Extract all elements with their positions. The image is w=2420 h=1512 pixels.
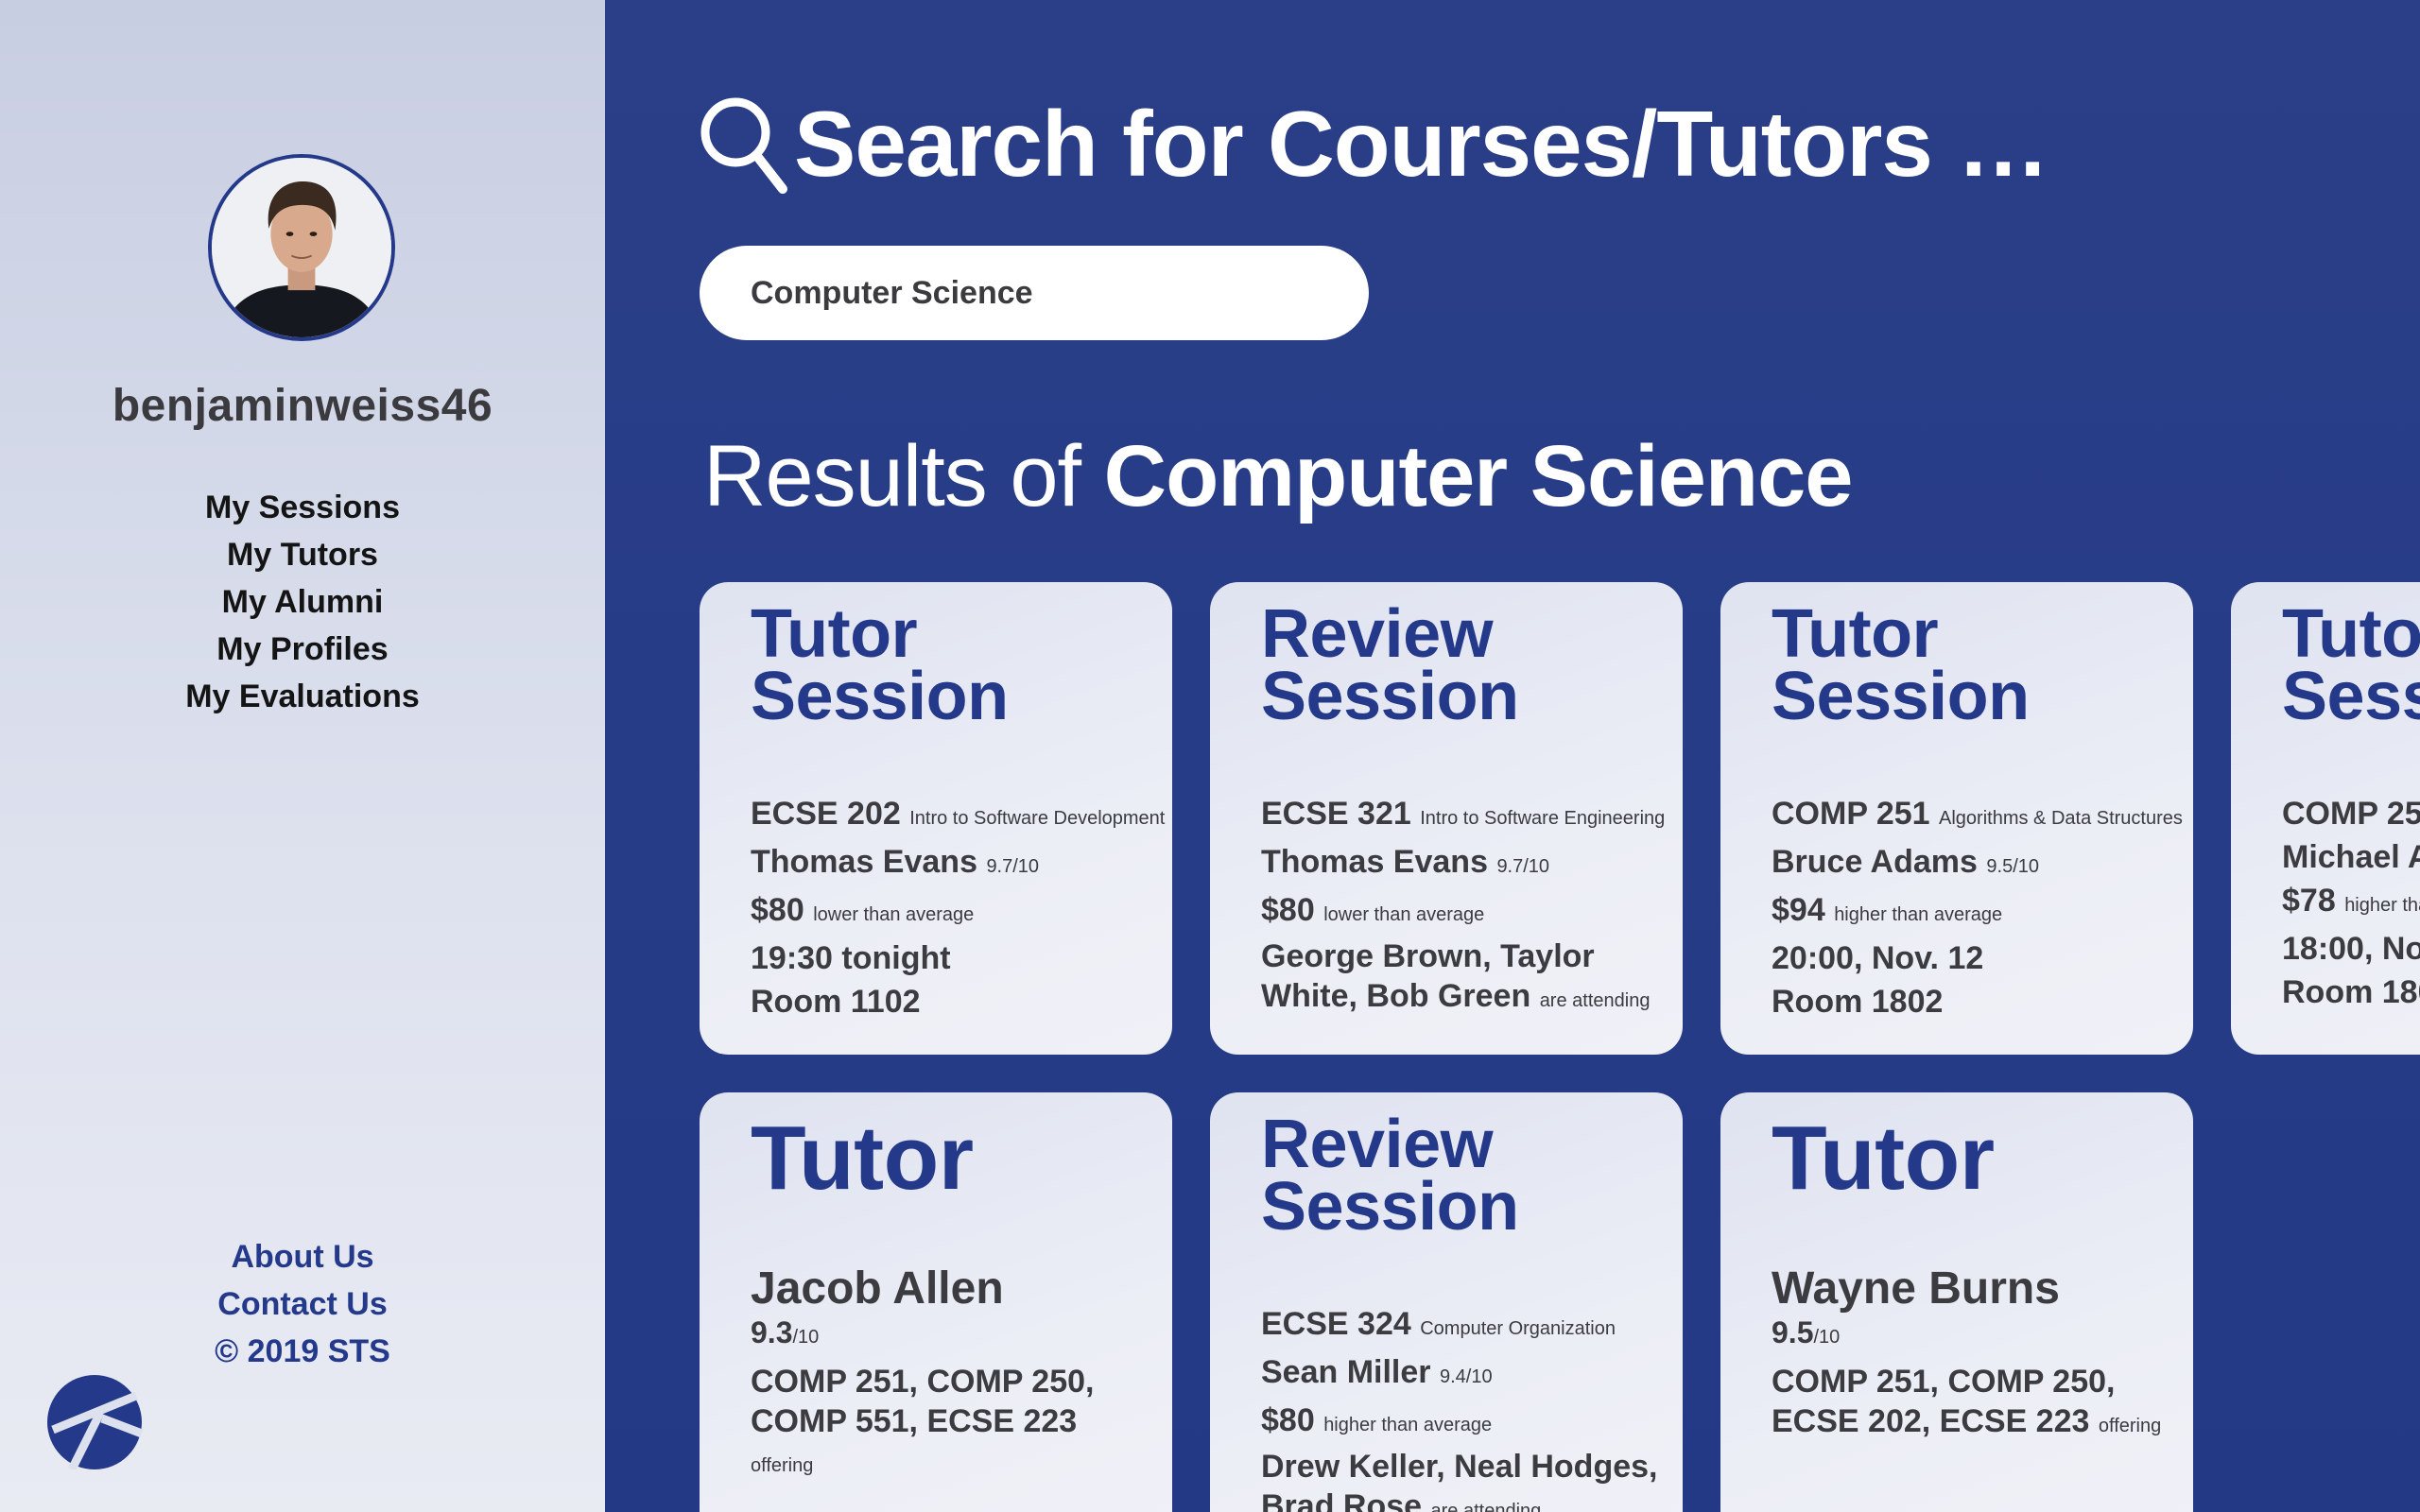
result-card[interactable]: Tutor Session COMP 250 Michael A $78 hig… xyxy=(2231,582,2420,1055)
tutor-name[interactable]: Thomas Evans xyxy=(1261,844,1488,880)
avatar-photo xyxy=(212,158,391,337)
course-code: ECSE 321 xyxy=(1261,796,1411,832)
price-note: lower than average xyxy=(813,904,975,925)
card-body: Wayne Burns 9.5/10 COMP 251, COMP 250, E… xyxy=(1772,1264,2169,1446)
rating-scale: /10 xyxy=(1813,1327,1841,1348)
result-card[interactable]: Tutor Session ECSE 202 Intro to Software… xyxy=(700,582,1172,1055)
about-us-link[interactable]: About Us xyxy=(0,1233,605,1280)
card-body: Jacob Allen 9.3/10 COMP 251, COMP 250, C… xyxy=(751,1264,1148,1486)
tutor-name[interactable]: Michael A xyxy=(2282,839,2420,875)
session-room: Room 1102 xyxy=(751,984,921,1020)
copyright-text: © 2019 STS xyxy=(215,1333,390,1369)
attendees-note: are attending xyxy=(1539,990,1651,1011)
footer-links: About Us Contact Us © 2019 STS xyxy=(0,1233,605,1375)
card-title: Review Session xyxy=(1261,596,1519,734)
card-title: Tutor Session xyxy=(2282,596,2420,734)
tutor-rating: 9.4/10 xyxy=(1439,1366,1493,1387)
search-title: Search for Courses/Tutors … xyxy=(794,91,2049,196)
price: $78 xyxy=(2282,883,2336,919)
price-note: lower than average xyxy=(1323,904,1485,925)
card-title: Tutor Session xyxy=(751,596,1009,734)
nav-my-alumni[interactable]: My Alumni xyxy=(0,578,605,626)
rating-value: 9.3 xyxy=(751,1315,793,1349)
main-content: Search for Courses/Tutors … Results of C… xyxy=(605,0,2420,1512)
result-card[interactable]: Review Session ECSE 324 Computer Organiz… xyxy=(1210,1092,1683,1512)
card-body: ECSE 202 Intro to Software Development T… xyxy=(751,792,1165,1023)
avatar[interactable] xyxy=(208,154,395,341)
offered-courses: COMP 251, COMP 250, COMP 551, ECSE 223 xyxy=(751,1364,1095,1439)
session-time: 19:30 tonight xyxy=(751,940,951,976)
course-code: ECSE 324 xyxy=(1261,1306,1411,1342)
session-room: Room 1802 xyxy=(1772,984,1944,1020)
tutor-name[interactable]: Thomas Evans xyxy=(751,844,977,880)
card-title: Review Session xyxy=(1261,1107,1519,1245)
tutor-card[interactable]: Tutor Wayne Burns 9.5/10 COMP 251, COMP … xyxy=(1720,1092,2193,1512)
results-heading: Results of Computer Science xyxy=(703,427,1854,526)
nav-my-profiles[interactable]: My Profiles xyxy=(0,626,605,673)
nav-my-evaluations[interactable]: My Evaluations xyxy=(0,673,605,720)
tutor-rating: 9.7/10 xyxy=(1496,856,1550,877)
nav-my-sessions[interactable]: My Sessions xyxy=(0,484,605,531)
tutor-rating: 9.7/10 xyxy=(986,856,1040,877)
nav-my-tutors[interactable]: My Tutors xyxy=(0,531,605,578)
card-body: COMP 250 Michael A $78 higher tha 18:00,… xyxy=(2282,792,2420,1014)
sts-logo-icon[interactable] xyxy=(43,1375,146,1469)
session-time: 20:00, Nov. 12 xyxy=(1772,940,1984,976)
price: $80 xyxy=(1261,892,1315,928)
course-code: COMP 251 xyxy=(1772,796,1930,832)
course-name: Intro to Software Engineering xyxy=(1420,808,1666,829)
card-body: ECSE 324 Computer Organization Sean Mill… xyxy=(1261,1302,1658,1512)
tutor-name[interactable]: Bruce Adams xyxy=(1772,844,1978,880)
price-note: higher than average xyxy=(1834,904,2003,925)
search-icon xyxy=(700,97,787,194)
price: $94 xyxy=(1772,892,1825,928)
price: $80 xyxy=(751,892,804,928)
contact-us-link[interactable]: Contact Us xyxy=(0,1280,605,1328)
course-name: Algorithms & Data Structures xyxy=(1939,808,2183,829)
price-note: higher tha xyxy=(2344,895,2420,916)
card-body: ECSE 321 Intro to Software Engineering T… xyxy=(1261,792,1665,1021)
tutor-name[interactable]: Wayne Burns xyxy=(1772,1264,2169,1314)
session-room: Room 180 xyxy=(2282,974,2420,1010)
course-code: COMP 250 xyxy=(2282,796,2420,832)
card-title: Tutor Session xyxy=(1772,596,2030,734)
username: benjaminweiss46 xyxy=(112,381,493,431)
tutor-card[interactable]: Tutor Jacob Allen 9.3/10 COMP 251, COMP … xyxy=(700,1092,1172,1512)
courses-note: offering xyxy=(2098,1416,2162,1436)
result-card[interactable]: Tutor Session COMP 251 Algorithms & Data… xyxy=(1720,582,2193,1055)
rating-scale: /10 xyxy=(792,1327,820,1348)
card-title: Tutor xyxy=(751,1108,974,1209)
card-body: COMP 251 Algorithms & Data Structures Br… xyxy=(1772,792,2183,1023)
sidebar: benjaminweiss46 My Sessions My Tutors My… xyxy=(0,0,605,1512)
tutor-rating: 9.5/10 xyxy=(1986,856,2039,877)
search-heading: Search for Courses/Tutors … xyxy=(696,87,2049,200)
results-prefix: Results of xyxy=(703,428,1104,524)
result-card[interactable]: Review Session ECSE 321 Intro to Softwar… xyxy=(1210,582,1683,1055)
courses-note: offering xyxy=(751,1455,814,1476)
price: $80 xyxy=(1261,1402,1315,1438)
rating-value: 9.5 xyxy=(1772,1315,1814,1349)
card-title: Tutor xyxy=(1772,1108,1995,1209)
offered-courses: COMP 251, COMP 250, ECSE 202, ECSE 223 xyxy=(1772,1364,2116,1439)
tutor-name[interactable]: Jacob Allen xyxy=(751,1264,1148,1314)
results-query: Computer Science xyxy=(1103,428,1854,524)
search-input[interactable] xyxy=(700,246,1369,340)
course-name: Computer Organization xyxy=(1420,1318,1616,1339)
session-time: 18:00, No xyxy=(2282,931,2420,967)
course-name: Intro to Software Development xyxy=(909,808,1166,829)
tutor-name[interactable]: Sean Miller xyxy=(1261,1354,1431,1390)
price-note: higher than average xyxy=(1323,1415,1493,1435)
course-code: ECSE 202 xyxy=(751,796,901,832)
attendees-note: are attending xyxy=(1430,1501,1542,1512)
sidebar-nav: My Sessions My Tutors My Alumni My Profi… xyxy=(0,484,605,720)
